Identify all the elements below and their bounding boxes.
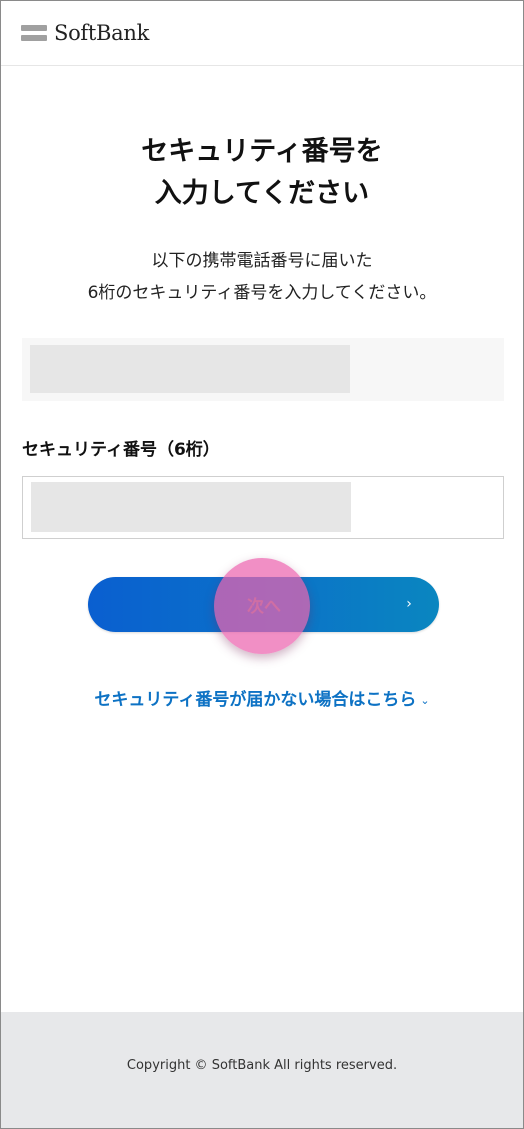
chevron-down-icon: ⌄: [420, 693, 430, 707]
security-code-redacted: [31, 482, 351, 532]
phone-number-redacted: [30, 345, 350, 393]
description: 以下の携帯電話番号に届いた 6桁のセキュリティ番号を入力してください。: [1, 245, 523, 309]
page-title-line-1: セキュリティ番号を: [141, 136, 383, 167]
page-title: セキュリティ番号を 入力してください: [1, 131, 523, 215]
code-not-received-link[interactable]: セキュリティ番号が届かない場合はこちら ⌄: [1, 685, 523, 710]
header: SoftBank: [1, 1, 523, 66]
softbank-bars-icon: [21, 23, 47, 43]
help-link-label: セキュリティ番号が届かない場合はこちら: [94, 690, 417, 710]
logo-text: SoftBank: [54, 21, 150, 45]
page-title-line-2: 入力してください: [154, 178, 370, 209]
footer: Copyright © SoftBank All rights reserved…: [1, 1012, 523, 1128]
security-code-input[interactable]: [22, 476, 504, 539]
copyright-text: Copyright © SoftBank All rights reserved…: [126, 1058, 398, 1073]
page-frame: SoftBank セキュリティ番号を 入力してください 以下の携帯電話番号に届い…: [0, 0, 524, 1129]
security-code-label: セキュリティ番号（6桁）: [22, 440, 220, 460]
chevron-right-icon: ›: [406, 596, 412, 612]
phone-number-display: [22, 338, 504, 401]
next-button-label: 次へ: [247, 597, 281, 617]
description-line-1: 以下の携帯電話番号に届いた: [151, 251, 373, 271]
softbank-logo[interactable]: SoftBank: [21, 20, 149, 46]
description-line-2: 6桁のセキュリティ番号を入力してください。: [87, 283, 437, 303]
